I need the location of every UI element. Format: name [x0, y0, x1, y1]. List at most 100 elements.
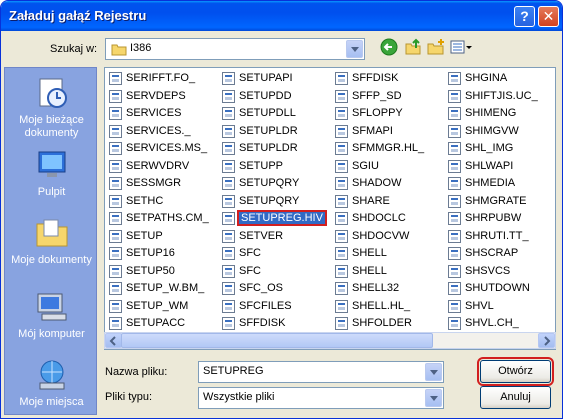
place-my-computer[interactable]: Mój komputer	[5, 290, 98, 341]
list-item[interactable]: SERIFFT.FO_	[109, 70, 209, 88]
list-item[interactable]: SHELL32	[335, 280, 424, 298]
list-item[interactable]: SETUPDD	[222, 88, 325, 106]
scroll-thumb[interactable]	[121, 333, 433, 348]
place-my-documents[interactable]: Moje dokumenty	[5, 216, 98, 267]
list-item[interactable]: SHLWAPI	[448, 158, 538, 176]
file-list[interactable]: SERIFFT.FO_ SERVDEPS SERVICES SERVICES._ SER…	[104, 67, 556, 350]
list-item[interactable]: SHELL	[335, 263, 424, 281]
open-button[interactable]: Otwórz	[477, 357, 554, 386]
back-icon[interactable]	[380, 38, 398, 56]
list-item[interactable]: SHDOCLC	[335, 210, 424, 228]
list-item[interactable]: SFFDISK	[222, 315, 325, 333]
list-item[interactable]: SHIFTJIS.UC_	[448, 88, 538, 106]
list-item[interactable]: SFC	[222, 263, 325, 281]
list-item[interactable]: SETUPLDR	[222, 123, 325, 141]
list-item[interactable]: SFFP_SD	[335, 88, 424, 106]
list-item[interactable]: SHRUTI.TT_	[448, 228, 538, 246]
file-icon	[109, 159, 122, 173]
up-folder-icon[interactable]	[404, 38, 422, 56]
file-icon	[222, 317, 235, 330]
list-item[interactable]: SHGINA	[448, 70, 538, 88]
file-icon	[222, 89, 235, 103]
file-name: SETUP_WM	[126, 299, 189, 312]
list-item[interactable]: SETUPREG.HIV	[222, 210, 327, 228]
file-icon	[109, 264, 122, 278]
scroll-right-button[interactable]	[538, 333, 555, 348]
place-desktop[interactable]: Pulpit	[5, 148, 98, 199]
list-item[interactable]: SETUPACC	[109, 315, 209, 333]
list-item[interactable]: SHSCRAP	[448, 245, 538, 263]
cancel-button[interactable]: Anuluj	[480, 386, 551, 409]
list-item[interactable]: SHVL.CH_	[448, 315, 538, 333]
chevron-down-icon[interactable]	[346, 40, 363, 58]
file-icon	[109, 107, 122, 120]
list-item[interactable]: SFFDISK	[335, 70, 424, 88]
list-item[interactable]: SHDOCVW	[335, 228, 424, 246]
list-item[interactable]: SHMGRATE	[448, 193, 538, 211]
list-item[interactable]: SFC	[222, 245, 325, 263]
close-icon[interactable]: ✕	[538, 6, 559, 27]
list-item[interactable]: SHELL.HL_	[335, 298, 424, 316]
views-menu-icon[interactable]	[450, 38, 472, 56]
list-item[interactable]: SETUP_WM	[109, 298, 209, 316]
list-item[interactable]: SHADOW	[335, 175, 424, 193]
chevron-down-icon[interactable]	[425, 389, 442, 407]
file-icon	[448, 124, 461, 138]
file-name: SETUPDD	[239, 89, 292, 102]
list-item[interactable]: SFC_OS	[222, 280, 325, 298]
list-item[interactable]: SETUPQRY	[222, 193, 325, 211]
list-item[interactable]: SFCFILES	[222, 298, 325, 316]
list-item[interactable]: SHIMENG	[448, 105, 538, 123]
new-folder-icon[interactable]	[427, 38, 445, 56]
list-item[interactable]: SHL_IMG	[448, 140, 538, 158]
file-icon	[335, 142, 348, 155]
list-item[interactable]: SERVICES.MS_	[109, 140, 209, 158]
chevron-down-icon[interactable]	[425, 363, 442, 381]
list-item[interactable]: SETUP50	[109, 263, 209, 281]
list-item[interactable]: SETVER	[222, 228, 325, 246]
list-item[interactable]: SGIU	[335, 158, 424, 176]
list-item[interactable]: SESSMGR	[109, 175, 209, 193]
list-item[interactable]: SHFOLDER	[335, 315, 424, 333]
list-item[interactable]: SERVICES	[109, 105, 209, 123]
list-item[interactable]: SHUTDOWN	[448, 280, 538, 298]
look-in-combo[interactable]: I386	[105, 38, 365, 60]
list-item[interactable]: SERWVDRV	[109, 158, 209, 176]
filetype-combo[interactable]: Wszystkie pliki	[198, 387, 444, 409]
list-item[interactable]: SERVDEPS	[109, 88, 209, 106]
list-item[interactable]: SETUP16	[109, 245, 209, 263]
list-item[interactable]: SETHC	[109, 193, 209, 211]
list-item[interactable]: SFMMGR.HL_	[335, 140, 424, 158]
list-item[interactable]: SHMEDIA	[448, 175, 538, 193]
file-icon	[222, 159, 235, 173]
list-item[interactable]: SETPATHS.CM_	[109, 210, 209, 228]
scroll-left-button[interactable]	[105, 333, 122, 348]
file-column: SETUPAPI SETUPDD SETUPDLL SETUPLDR SETUPLDR S…	[222, 70, 327, 333]
list-item[interactable]: SFMAPI	[335, 123, 424, 141]
list-item[interactable]: SETUPLDR	[222, 140, 325, 158]
list-item[interactable]: SETUPP	[222, 158, 325, 176]
list-item[interactable]: SHIMGVW	[448, 123, 538, 141]
file-icon	[109, 177, 122, 190]
filetype-label: Pliki typu:	[105, 391, 153, 403]
list-item[interactable]: SETUPDLL	[222, 105, 325, 123]
list-item[interactable]: SERVICES._	[109, 123, 209, 141]
list-item[interactable]: SETUP	[109, 228, 209, 246]
list-item[interactable]: SHSVCS	[448, 263, 538, 281]
list-item[interactable]: SHVL	[448, 298, 538, 316]
file-name: SHIMGVW	[465, 124, 519, 137]
list-item[interactable]: SHELL	[335, 245, 424, 263]
place-network[interactable]: Moje miejsca	[5, 358, 98, 409]
list-item[interactable]: SETUPAPI	[222, 70, 325, 88]
horizontal-scrollbar[interactable]	[104, 332, 556, 349]
list-item[interactable]: SETUPQRY	[222, 175, 325, 193]
file-icon	[335, 212, 348, 225]
list-item[interactable]: SHARE	[335, 193, 424, 211]
help-icon[interactable]: ?	[514, 6, 535, 27]
place-recent-documents[interactable]: Moje bieżące dokumenty	[5, 76, 98, 140]
list-item[interactable]: SFLOPPY	[335, 105, 424, 123]
title-bar[interactable]: Załaduj gałąź Rejestru ? ✕	[1, 1, 562, 31]
filename-combo[interactable]: SETUPREG	[198, 361, 444, 383]
list-item[interactable]: SETUP_W.BM_	[109, 280, 209, 298]
list-item[interactable]: SHRPUBW	[448, 210, 538, 228]
